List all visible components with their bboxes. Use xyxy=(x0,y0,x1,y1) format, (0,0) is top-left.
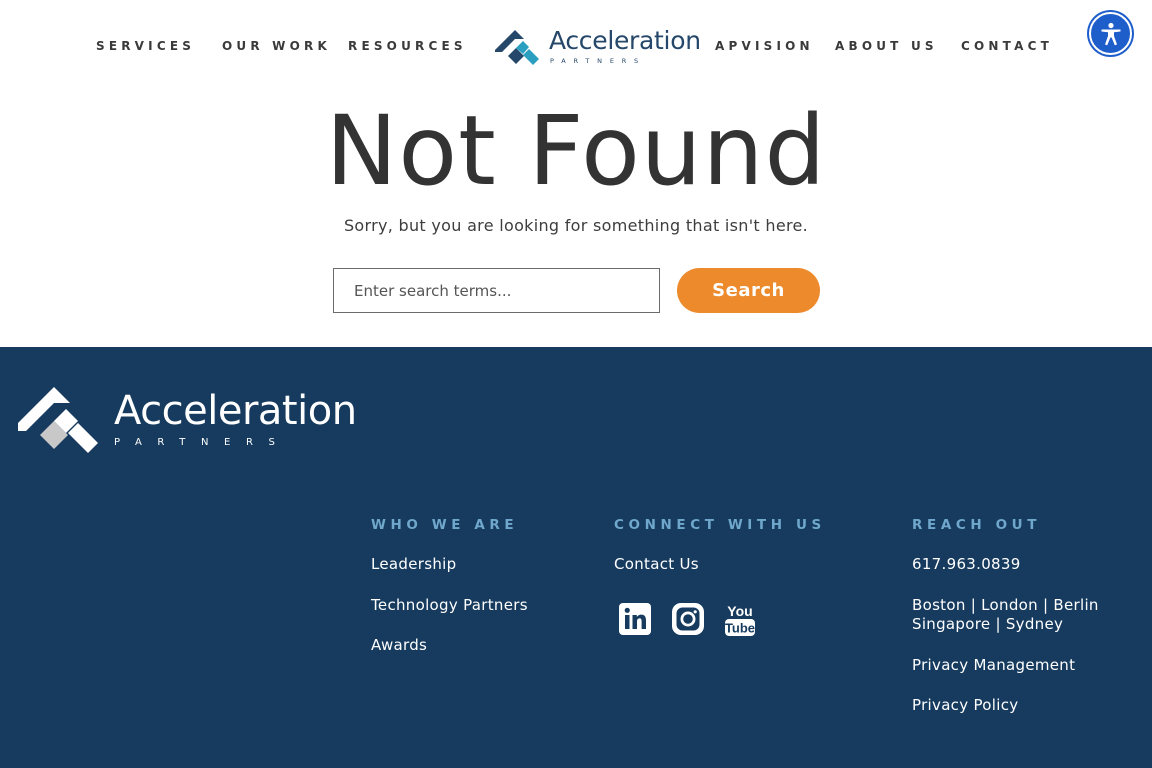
accessibility-person-icon xyxy=(1101,22,1120,45)
logo-mark-icon xyxy=(495,30,539,65)
page-title: Not Found xyxy=(325,95,827,207)
logo-wordmark: Acceleration xyxy=(549,26,701,55)
svg-text:Tube: Tube xyxy=(725,621,755,636)
footer-logo-wordmark: Acceleration xyxy=(114,388,357,434)
nav-resources[interactable]: RESOURCES xyxy=(348,38,467,54)
leadership-link[interactable]: Leadership xyxy=(371,555,456,574)
svg-text:You: You xyxy=(727,603,752,619)
logo-mark-icon xyxy=(18,387,98,453)
search-button[interactable]: Search xyxy=(677,268,820,313)
contact-us-link[interactable]: Contact Us xyxy=(614,555,699,574)
instagram-icon[interactable] xyxy=(670,600,706,638)
linkedin-icon[interactable] xyxy=(617,600,653,638)
site-header: SERVICES OUR WORK RESOURCES Acceleration… xyxy=(0,0,1152,92)
footer-logo[interactable]: Acceleration PARTNERS xyxy=(18,387,378,453)
locations-line-1: Boston | London | Berlin xyxy=(912,596,1099,614)
page-subtitle: Sorry, but you are looking for something… xyxy=(343,216,809,235)
header-logo[interactable]: Acceleration PARTNERS xyxy=(494,26,704,70)
privacy-policy-link[interactable]: Privacy Policy xyxy=(912,696,1018,715)
nav-contact[interactable]: CONTACT xyxy=(961,38,1053,54)
who-we-are-heading: WHO WE ARE xyxy=(371,517,519,533)
nav-services[interactable]: SERVICES xyxy=(96,38,195,54)
footer-logo-subtext: PARTNERS xyxy=(114,437,291,448)
accessibility-button[interactable] xyxy=(1089,12,1132,55)
nav-about-us[interactable]: ABOUT US xyxy=(835,38,938,54)
privacy-management-link[interactable]: Privacy Management xyxy=(912,656,1075,675)
locations-line-2: Singapore | Sydney xyxy=(912,615,1064,633)
nav-our-work[interactable]: OUR WORK xyxy=(222,38,331,54)
site-footer: Acceleration PARTNERS WHO WE ARE Leaders… xyxy=(0,347,1152,768)
search-input[interactable] xyxy=(333,268,660,313)
logo-subtext: PARTNERS xyxy=(550,57,646,65)
youtube-icon[interactable]: You Tube xyxy=(722,600,758,638)
reach-out-heading: REACH OUT xyxy=(912,517,1042,533)
technology-partners-link[interactable]: Technology Partners xyxy=(371,596,528,615)
phone-link[interactable]: 617.963.0839 xyxy=(912,555,1021,574)
connect-with-us-heading: CONNECT WITH US xyxy=(614,517,826,533)
nav-apvision[interactable]: APVISION xyxy=(715,38,814,54)
awards-link[interactable]: Awards xyxy=(371,636,427,655)
